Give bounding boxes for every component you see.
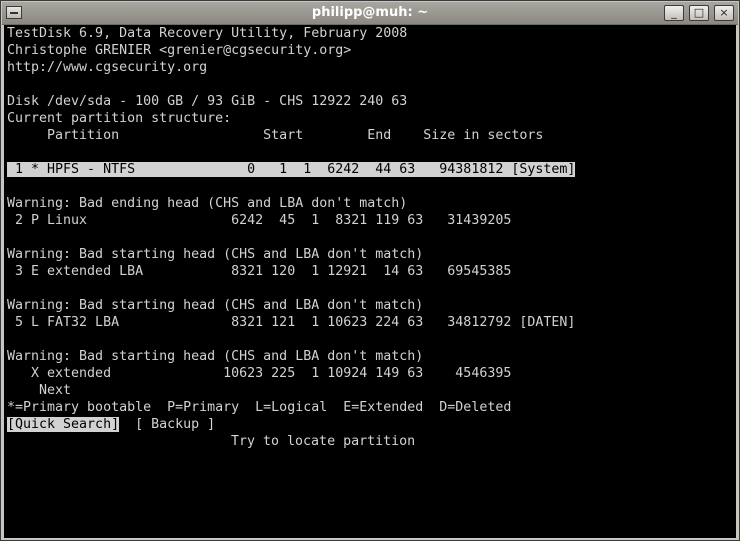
backup-button[interactable]: [ Backup ] [135, 417, 215, 432]
next-option[interactable]: Next [7, 382, 71, 399]
selected-partition-text: 1 * HPFS - NTFS 0 1 1 6242 44 63 9438181… [7, 162, 576, 177]
warning-line: Warning: Bad starting head (CHS and LBA … [7, 349, 424, 364]
terminal-screen[interactable]: TestDisk 6.9, Data Recovery Utility, Feb… [4, 25, 736, 538]
maximize-button[interactable]: □ [689, 5, 709, 21]
close-button[interactable]: × [714, 5, 734, 21]
partition-row[interactable]: 5 L FAT32 LBA 8321 121 1 10623 224 63 34… [7, 314, 575, 331]
partition-row-selected[interactable]: 1 * HPFS - NTFS 0 1 1 6242 44 63 9438181… [7, 161, 576, 178]
terminal-window: philipp@muh: ~ _ □ × TestDisk 6.9, Data … [0, 0, 740, 541]
warning-line: Warning: Bad starting head (CHS and LBA … [7, 298, 424, 313]
structure-label: Current partition structure: [7, 111, 232, 126]
partition-row[interactable]: 2 P Linux 6242 45 1 8321 119 63 31439205 [7, 212, 511, 229]
warning-line: Warning: Bad starting head (CHS and LBA … [7, 247, 424, 262]
partition-row[interactable]: X extended 10623 225 1 10924 149 63 4546… [7, 365, 511, 382]
header-line: http://www.cgsecurity.org [7, 60, 208, 75]
column-headers: Partition Start End Size in sectors [7, 128, 544, 143]
title-bar[interactable]: philipp@muh: ~ _ □ × [2, 2, 738, 25]
menu-line: [Quick Search] [ Backup ] [7, 416, 215, 433]
quick-search-button[interactable]: [Quick Search] [7, 417, 120, 432]
legend-line: *=Primary bootable P=Primary L=Logical E… [7, 400, 512, 415]
window-title: philipp@muh: ~ [311, 5, 429, 20]
partition-row[interactable]: 3 E extended LBA 8321 120 1 12921 14 63 … [7, 263, 511, 280]
hint-text: Try to locate partition [231, 434, 416, 449]
header-line: Christophe GRENIER <grenier@cgsecurity.o… [7, 43, 352, 58]
header-line: TestDisk 6.9, Data Recovery Utility, Feb… [7, 26, 408, 41]
disk-info: Disk /dev/sda - 100 GB / 93 GiB - CHS 12… [7, 94, 408, 109]
minimize-button[interactable]: _ [664, 5, 684, 21]
warning-line: Warning: Bad ending head (CHS and LBA do… [7, 196, 408, 211]
